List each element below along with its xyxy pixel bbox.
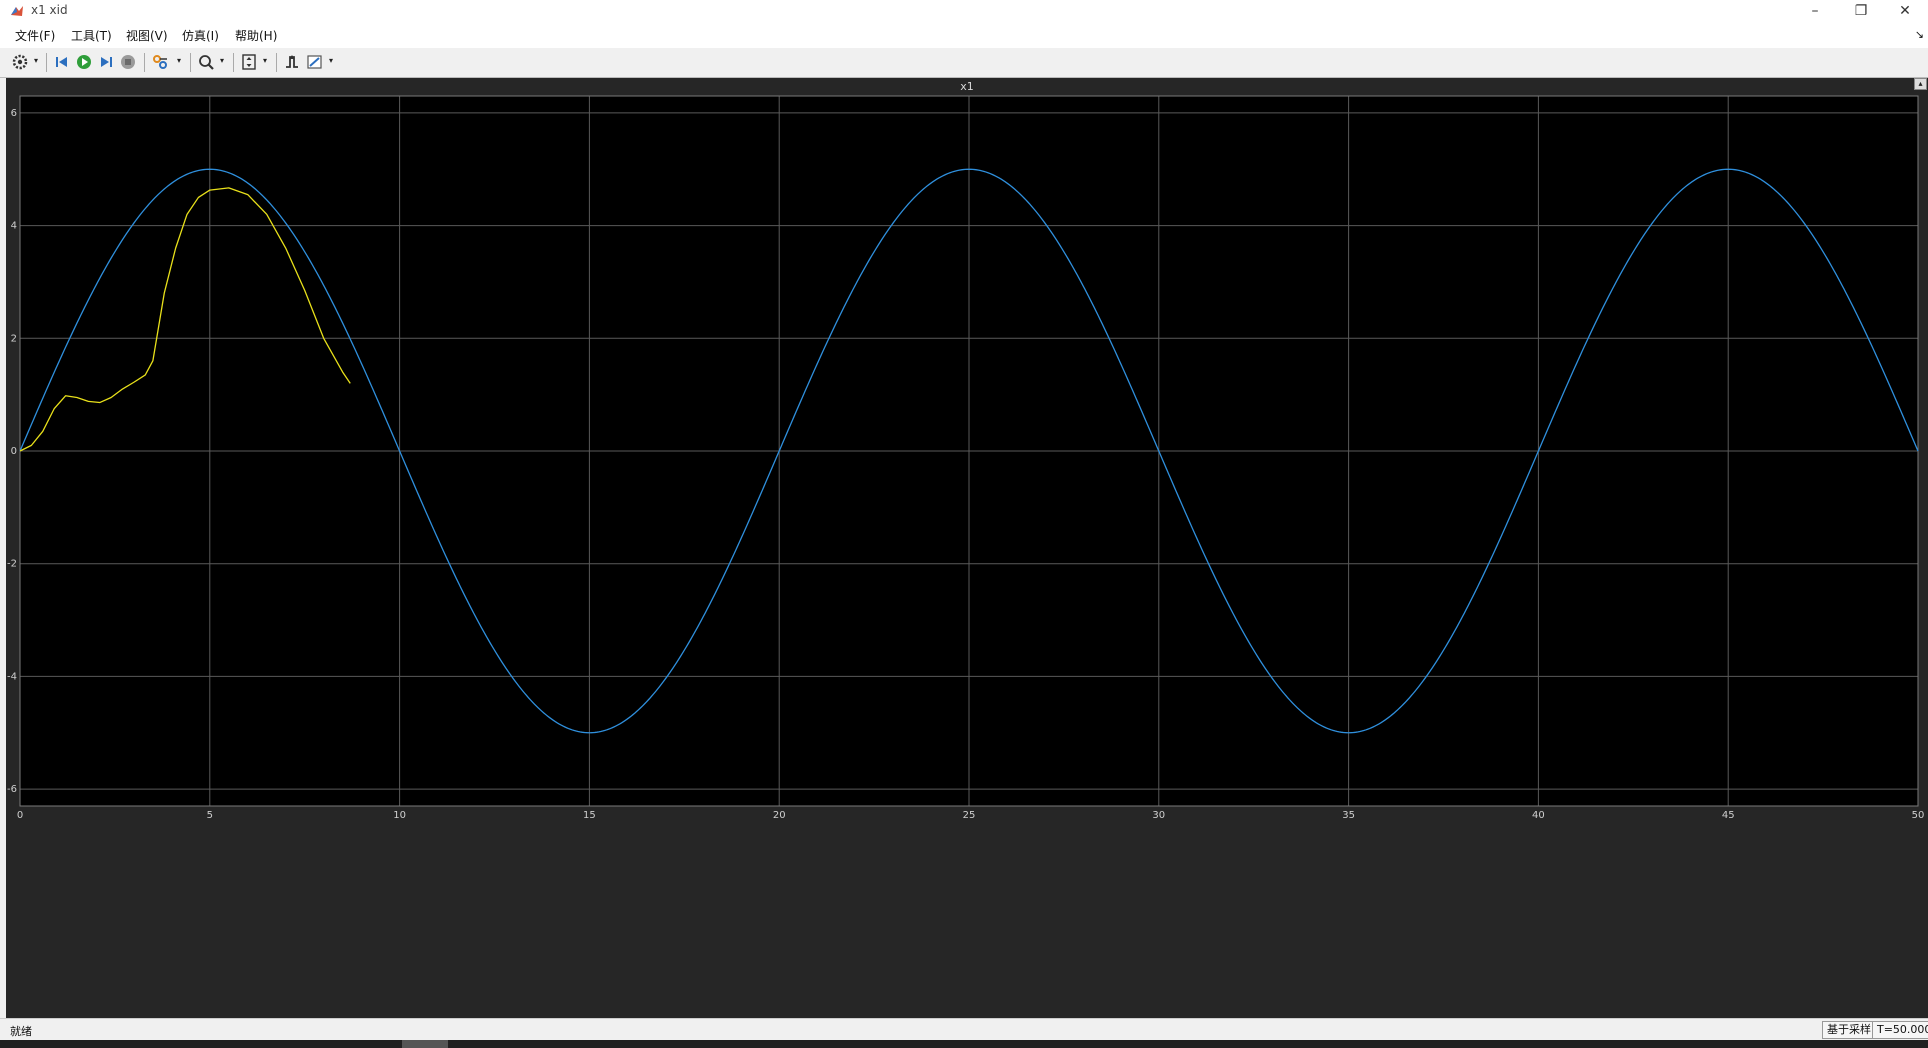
x-tick-label: 20 <box>773 810 786 821</box>
menu-file[interactable]: 文件(F) <box>15 27 55 44</box>
menu-view[interactable]: 视图(V) <box>126 27 168 44</box>
undock-arrow-icon[interactable]: ↘ <box>1915 28 1924 41</box>
zoom-dropdown-icon[interactable]: ▾ <box>220 56 224 65</box>
scope-plot[interactable]: 0 5 10 15 20 25 30 35 40 45 50 -6 -4 -2 0 2 4 6 <box>6 78 1928 1018</box>
menu-simulation[interactable]: 仿真(I) <box>182 27 219 44</box>
matlab-app-icon <box>11 6 23 16</box>
y-tick-label: -4 <box>7 671 17 682</box>
triggers-icon[interactable] <box>284 53 300 71</box>
toolbar-separator <box>46 53 47 72</box>
measurements-dropdown-icon[interactable]: ▾ <box>329 56 333 65</box>
zoom-icon[interactable] <box>198 53 214 71</box>
bottom-tab <box>402 1040 448 1048</box>
sample-mode-badge: 基于采样 <box>1822 1021 1876 1039</box>
expand-toggle-icon[interactable]: ▴ <box>1914 78 1927 90</box>
autoscale-icon[interactable] <box>241 53 257 71</box>
toolbar-separator <box>276 53 277 72</box>
x-tick-label: 50 <box>1912 810 1925 821</box>
title-bar: x1 xid – ❐ ✕ <box>0 0 1928 22</box>
plot-title: x1 <box>960 80 974 93</box>
x-tick-label: 30 <box>1152 810 1165 821</box>
menu-bar: 文件(F) 工具(T) 视图(V) 仿真(I) 帮助(H) ↘ <box>0 22 1928 48</box>
x-tick-label: 15 <box>583 810 596 821</box>
restore-button[interactable]: ❐ <box>1838 0 1884 22</box>
minimize-button[interactable]: – <box>1792 0 1838 22</box>
scope-display: 0 5 10 15 20 25 30 35 40 45 50 -6 -4 -2 0 2 4 6 x1 ▴ <box>6 78 1928 1018</box>
bottom-strip <box>0 1040 1928 1048</box>
stop-icon[interactable] <box>120 53 136 71</box>
x-tick-label: 45 <box>1722 810 1735 821</box>
signal-selector-icon[interactable] <box>152 53 170 71</box>
measurements-icon[interactable] <box>306 53 324 71</box>
settings-dropdown-icon[interactable]: ▾ <box>34 56 38 65</box>
y-tick-label: 6 <box>11 108 17 119</box>
x-tick-label: 0 <box>17 810 23 821</box>
close-button[interactable]: ✕ <box>1882 0 1928 22</box>
step-forward-icon[interactable] <box>98 53 114 71</box>
x-tick-label: 5 <box>207 810 213 821</box>
y-tick-label: 2 <box>11 333 17 344</box>
autoscale-dropdown-icon[interactable]: ▾ <box>263 56 267 65</box>
toolbar-separator <box>233 53 234 72</box>
settings-gear-icon[interactable] <box>12 53 28 71</box>
menu-help[interactable]: 帮助(H) <box>235 27 277 44</box>
x-tick-label: 35 <box>1342 810 1355 821</box>
y-tick-label: -6 <box>7 784 17 795</box>
status-bar: 就绪 基于采样 T=50.000 <box>0 1018 1928 1041</box>
sim-time-readout: T=50.000 <box>1872 1021 1928 1039</box>
step-back-icon[interactable] <box>54 53 70 71</box>
x-tick-label: 10 <box>393 810 406 821</box>
toolbar-separator <box>144 53 145 72</box>
x-tick-label: 25 <box>963 810 976 821</box>
y-tick-label: 4 <box>11 221 17 232</box>
x-tick-label: 40 <box>1532 810 1545 821</box>
status-text: 就绪 <box>10 1025 32 1038</box>
y-tick-label: 0 <box>11 446 17 457</box>
toolbar-separator <box>190 53 191 72</box>
run-icon[interactable] <box>76 53 92 71</box>
toolbar: ▾ ▾ ▾ ▾ ▾ <box>0 48 1928 78</box>
menu-tools[interactable]: 工具(T) <box>71 27 112 44</box>
window-title: x1 xid <box>31 3 68 17</box>
signal-selector-dropdown-icon[interactable]: ▾ <box>177 56 181 65</box>
y-tick-label: -2 <box>7 559 17 570</box>
